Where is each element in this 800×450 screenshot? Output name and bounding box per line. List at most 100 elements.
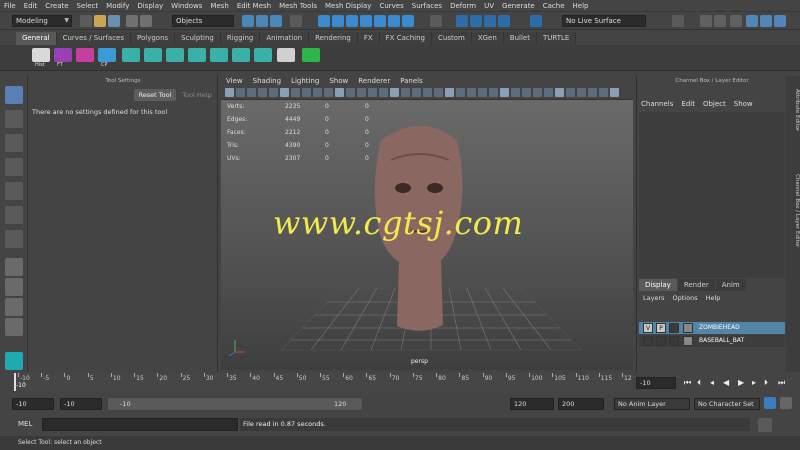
menu-help[interactable]: Help	[569, 0, 593, 12]
shelf-tab-polygons[interactable]: Polygons	[131, 32, 176, 45]
tool-help-button[interactable]: Tool Help	[178, 89, 216, 101]
viewport-toolbar-icon[interactable]	[500, 88, 509, 97]
viewport-toolbar-icon[interactable]	[280, 88, 289, 97]
layer-color-swatch[interactable]	[683, 323, 693, 333]
layer-visibility-toggle[interactable]: V	[643, 323, 653, 333]
mask-icon[interactable]	[290, 15, 302, 27]
character-set-dropdown[interactable]: No Character Set	[694, 398, 760, 410]
viewport-toolbar-icon[interactable]	[324, 88, 333, 97]
shelf-tool-icon[interactable]	[302, 48, 320, 62]
viewport-menu-view[interactable]: View	[221, 76, 248, 86]
shelf-tool-icon[interactable]	[232, 48, 250, 62]
magnet-icon[interactable]	[530, 15, 542, 27]
channel-box-menu-edit[interactable]: Edit	[681, 100, 695, 108]
menu-select[interactable]: Select	[73, 0, 103, 12]
live-surface-field[interactable]: No Live Surface	[562, 15, 646, 27]
viewport-menu-shading[interactable]: Shading	[248, 76, 286, 86]
current-frame-field[interactable]: -10	[636, 377, 676, 389]
select-by-type-icon[interactable]	[256, 15, 268, 27]
animation-preferences-icon[interactable]	[780, 397, 792, 409]
layer-row[interactable]: V P ZOMBIEHEAD	[639, 322, 785, 334]
workspace-icon[interactable]	[672, 15, 684, 27]
shelf-tool-icon[interactable]	[54, 48, 72, 62]
make-live-icon[interactable]	[388, 15, 400, 27]
persp-outliner-layout-icon[interactable]	[5, 298, 23, 316]
viewport-toolbar-icon[interactable]	[478, 88, 487, 97]
input-output-icon[interactable]	[402, 15, 414, 27]
viewport-menu-lighting[interactable]: Lighting	[286, 76, 324, 86]
layer-editor-icon[interactable]	[774, 15, 786, 27]
current-frame-marker[interactable]	[14, 373, 16, 391]
redo-icon[interactable]	[140, 15, 152, 27]
range-slider[interactable]: -10 120	[108, 398, 362, 410]
viewport-toolbar-icon[interactable]	[544, 88, 553, 97]
construction-history-icon[interactable]	[430, 15, 442, 27]
lasso-tool-icon[interactable]	[5, 110, 23, 128]
shelf-tab-fx[interactable]: FX	[357, 32, 380, 45]
panel-layout-icon[interactable]	[700, 15, 712, 27]
menu-windows[interactable]: Windows	[167, 0, 206, 12]
play-forwards-icon[interactable]: ▶	[738, 378, 744, 387]
shelf-tool-icon[interactable]	[76, 48, 94, 62]
viewport-toolbar-icon[interactable]	[357, 88, 366, 97]
snap-point-icon[interactable]	[346, 15, 358, 27]
viewport-toolbar-icon[interactable]	[291, 88, 300, 97]
go-to-end-icon[interactable]: ⏭	[778, 378, 785, 388]
menu-curves[interactable]: Curves	[375, 0, 407, 12]
channel-box-menu-channels[interactable]: Channels	[641, 100, 673, 108]
viewport-toolbar-icon[interactable]	[412, 88, 421, 97]
step-back-key-icon[interactable]: ◂	[710, 378, 714, 387]
rotate-tool-icon[interactable]	[5, 182, 23, 200]
shelf-tab-fx-caching[interactable]: FX Caching	[379, 32, 432, 45]
tool-settings-icon[interactable]	[746, 15, 758, 27]
script-editor-icon[interactable]	[758, 418, 772, 432]
viewport-toolbar-icon[interactable]	[522, 88, 531, 97]
viewport-toolbar-icon[interactable]	[533, 88, 542, 97]
shelf-tab-bullet[interactable]: Bullet	[503, 32, 537, 45]
save-scene-icon[interactable]	[108, 15, 120, 27]
select-by-component-icon[interactable]	[270, 15, 282, 27]
layer-playback-toggle[interactable]	[656, 336, 666, 346]
viewport-toolbar-icon[interactable]	[445, 88, 454, 97]
layer-menu-options[interactable]: Options	[673, 294, 698, 302]
viewport-toolbar-icon[interactable]	[577, 88, 586, 97]
shelf-tab-sculpting[interactable]: Sculpting	[175, 32, 221, 45]
auto-key-icon[interactable]	[764, 397, 776, 409]
viewport-toolbar-icon[interactable]	[269, 88, 278, 97]
layer-menu-help[interactable]: Help	[706, 294, 721, 302]
shelf-tab-animation[interactable]: Animation	[260, 32, 310, 45]
channel-box-menu-show[interactable]: Show	[734, 100, 753, 108]
viewport-toolbar-icon[interactable]	[555, 88, 564, 97]
viewport-toolbar-icon[interactable]	[247, 88, 256, 97]
shelf-tab-xgen[interactable]: XGen	[471, 32, 504, 45]
anim-start-field[interactable]: -10	[60, 398, 102, 410]
end-time-field[interactable]: 200	[558, 398, 604, 410]
viewport-toolbar-icon[interactable]	[258, 88, 267, 97]
menu-file[interactable]: File	[0, 0, 20, 12]
layer-tab-render[interactable]: Render	[677, 279, 715, 291]
snap-view-plane-icon[interactable]	[360, 15, 372, 27]
menu-generate[interactable]: Generate	[498, 0, 539, 12]
viewport-menu-renderer[interactable]: Renderer	[353, 76, 395, 86]
shelf-tab-rendering[interactable]: Rendering	[309, 32, 358, 45]
ipr-render-icon[interactable]	[470, 15, 482, 27]
snap-grid-icon[interactable]	[318, 15, 330, 27]
snap-live-icon[interactable]	[374, 15, 386, 27]
command-language-label[interactable]: MEL	[18, 420, 32, 428]
shelf-tool-icon[interactable]	[144, 48, 162, 62]
channel-box-icon[interactable]	[760, 15, 772, 27]
open-scene-icon[interactable]	[94, 15, 106, 27]
shelf-tab-general[interactable]: General	[16, 32, 57, 45]
menu-display[interactable]: Display	[133, 0, 167, 12]
step-forward-frame-icon[interactable]: ⏵	[764, 378, 768, 388]
shelf-tool-icon[interactable]	[122, 48, 140, 62]
step-back-frame-icon[interactable]: ⏴	[697, 378, 701, 388]
persp-graph-layout-icon[interactable]	[5, 318, 23, 336]
viewport-toolbar-icon[interactable]	[566, 88, 575, 97]
viewport-toolbar-icon[interactable]	[379, 88, 388, 97]
layer-color-swatch[interactable]	[683, 336, 693, 346]
modeling-toolkit-icon[interactable]	[714, 15, 726, 27]
scale-tool-icon[interactable]	[5, 206, 23, 224]
viewport-toolbar-icon[interactable]	[489, 88, 498, 97]
start-time-field[interactable]: -10	[12, 398, 54, 410]
